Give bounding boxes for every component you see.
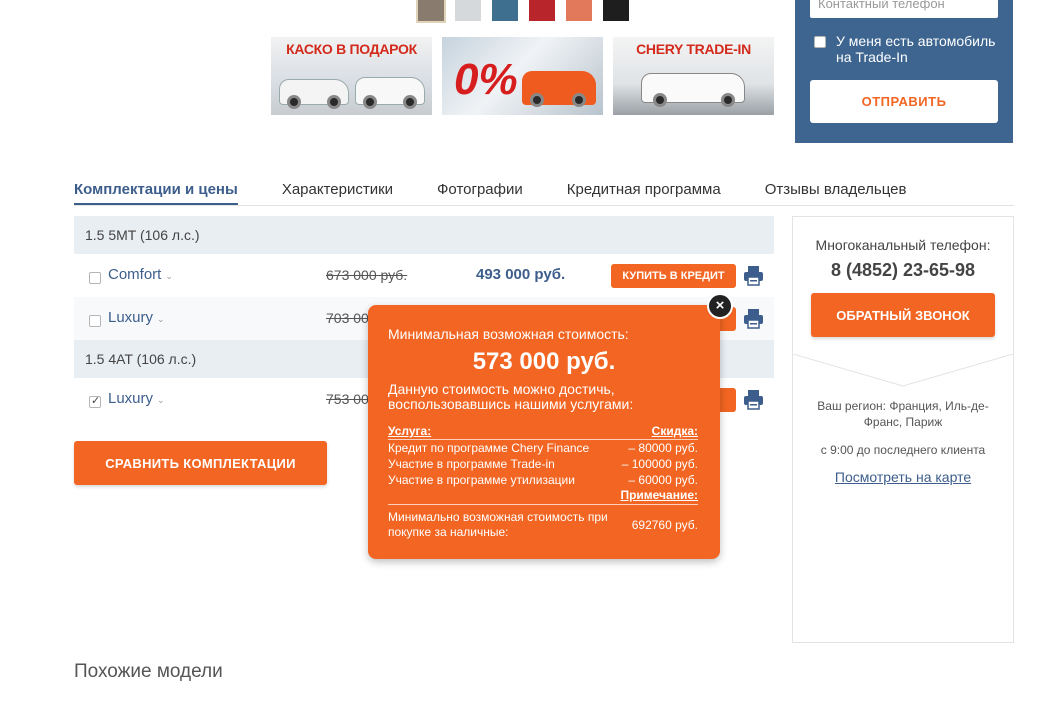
popup-description: Данную стоимость можно достичь, воспольз… <box>388 381 634 412</box>
trim-name[interactable]: Comfort ⌄ <box>108 266 173 283</box>
tab-reviews[interactable]: Отзывы владельцев <box>765 181 907 205</box>
services-header: Услуга: Скидка: <box>388 424 698 438</box>
chevron-down-icon: ⌄ <box>157 314 165 324</box>
promo-zero-percent-banner[interactable]: 0% <box>442 37 603 115</box>
services-table: Услуга: Скидка: Кредит по программе Cher… <box>388 424 698 540</box>
wheel-image <box>530 93 544 107</box>
color-swatch-red[interactable] <box>529 0 555 21</box>
promo-title: 0% <box>454 55 518 104</box>
phone-number[interactable]: 8 (4852) 23-65-98 <box>793 260 1013 281</box>
printer-icon[interactable] <box>743 308 764 329</box>
buy-credit-button[interactable]: Купить в кредит <box>611 264 736 288</box>
panel-divider <box>793 354 1013 387</box>
wheel-image <box>403 95 417 109</box>
trim-compare-checkbox[interactable] <box>89 315 101 327</box>
trim-compare-checkbox[interactable] <box>89 394 101 408</box>
wheel-image <box>653 93 667 107</box>
chevron-down-icon: ⌄ <box>165 271 173 281</box>
promo-title: КАСКО В ПОДАРОК <box>286 41 417 57</box>
chevron-down-icon: ⌄ <box>157 395 165 405</box>
contact-panel: Многоканальный телефон: 8 (4852) 23-65-9… <box>792 216 1014 643</box>
engine-group-header: 1.5 5MT (106 л.с.) <box>74 216 774 254</box>
promo-trade-in-banner[interactable]: CHERY TRADE-IN <box>613 37 774 115</box>
price: 493 000 руб. <box>476 266 566 283</box>
service-row: Кредит по программе Chery Finance – 8000… <box>388 441 698 455</box>
view-map-link[interactable]: Посмотреть на карте <box>793 469 1013 485</box>
wheel-image <box>363 95 377 109</box>
promo-kasko-banner[interactable]: КАСКО В ПОДАРОК <box>271 37 432 115</box>
popup-min-price: 573 000 руб. <box>472 348 616 375</box>
compare-trims-button[interactable]: Сравнить комплектации <box>74 441 327 485</box>
color-swatch-silver[interactable] <box>455 0 481 21</box>
wheel-image <box>327 95 341 109</box>
phone-label: Многоканальный телефон: <box>815 237 991 253</box>
trim-name[interactable]: Luxury ⌄ <box>108 309 165 326</box>
model-tabs: Комплектации и цены Характеристики Фотог… <box>74 181 1014 206</box>
promo-title: CHERY TRADE-IN <box>636 41 751 57</box>
cash-price-row: Минимально возможная стоимость при покуп… <box>388 510 698 539</box>
tradein-label: У меня есть автомобиль на Trade-In <box>836 33 996 65</box>
wheel-image <box>287 95 301 109</box>
callback-form: Контактный телефон У меня есть автомобил… <box>795 0 1013 143</box>
region-text: Ваш регион: Франция, Иль-де-Франс, Париж <box>817 399 989 429</box>
service-row: Участие в программе Trade-in – 100000 ру… <box>388 457 698 471</box>
note-label: Примечание: <box>620 488 698 502</box>
tradein-option[interactable]: У меня есть автомобиль на Trade-In <box>814 33 1013 65</box>
color-swatch-orange[interactable] <box>566 0 592 21</box>
color-swatches <box>416 0 629 23</box>
trim-row: Comfort ⌄ 673 000 руб. 493 000 руб. Купит… <box>74 254 774 297</box>
trim-name[interactable]: Luxury ⌄ <box>108 390 165 407</box>
tab-trims-prices[interactable]: Комплектации и цены <box>74 181 238 205</box>
popup-title: Минимальная возможная стоимость: <box>388 326 629 342</box>
wheel-image <box>572 93 586 107</box>
callback-button[interactable]: Обратный звонок <box>811 293 995 337</box>
color-swatch-blue[interactable] <box>492 0 518 21</box>
old-price: 673 000 руб. <box>326 267 408 283</box>
promo-banners: КАСКО В ПОДАРОК 0% CHERY TRADE-IN <box>271 37 774 115</box>
working-hours: с 9:00 до последнего клиента <box>820 443 986 457</box>
phone-input[interactable]: Контактный телефон <box>810 0 998 18</box>
trim-compare-checkbox[interactable] <box>89 272 101 284</box>
color-swatch-brown[interactable] <box>416 0 446 23</box>
similar-models-heading: Похожие модели <box>74 661 223 682</box>
tab-credit[interactable]: Кредитная программа <box>567 181 721 205</box>
printer-icon[interactable] <box>743 389 764 410</box>
tab-photos[interactable]: Фотографии <box>437 181 523 205</box>
service-row: Участие в программе утилизации – 60000 р… <box>388 473 698 487</box>
printer-icon[interactable] <box>743 265 764 286</box>
close-icon[interactable]: × <box>707 293 733 319</box>
send-button[interactable]: Отправить <box>810 80 998 123</box>
min-price-popup: × Минимальная возможная стоимость: 573 0… <box>368 293 733 559</box>
tradein-checkbox[interactable] <box>814 36 826 48</box>
wheel-image <box>721 93 735 107</box>
color-swatch-black[interactable] <box>603 0 629 21</box>
tab-specs[interactable]: Характеристики <box>282 181 393 205</box>
